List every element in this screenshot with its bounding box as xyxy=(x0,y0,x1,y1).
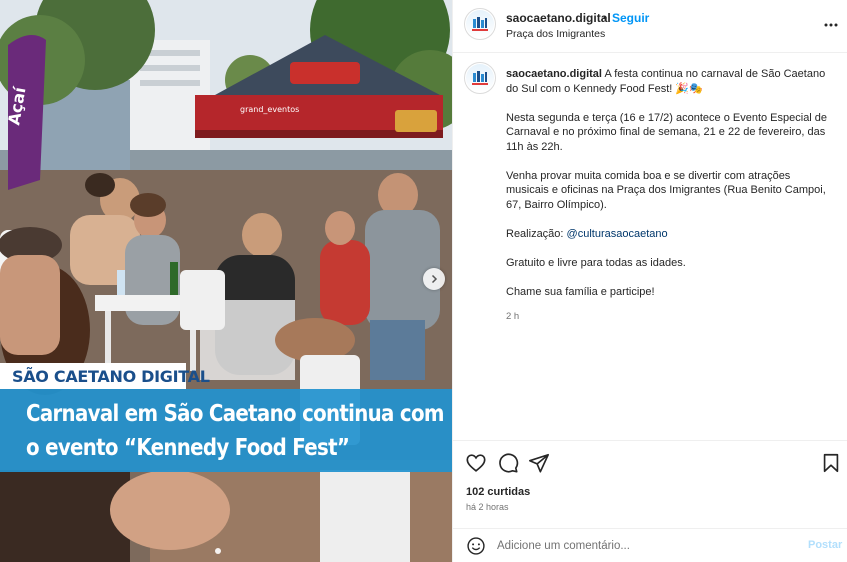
separator-dot: • xyxy=(603,11,608,25)
comment-bubble-icon xyxy=(499,453,519,473)
chevron-right-icon xyxy=(431,274,438,284)
share-button[interactable] xyxy=(528,452,550,474)
next-image-button[interactable] xyxy=(423,268,445,290)
avatar[interactable] xyxy=(464,8,496,40)
carousel-dots xyxy=(215,548,221,554)
caption-avatar[interactable] xyxy=(464,62,496,94)
caption-timestamp: 2 h xyxy=(506,310,520,322)
post-panel: saocaetano.digital • Seguir Praça dos Im… xyxy=(452,0,847,562)
post-header: saocaetano.digital • Seguir Praça dos Im… xyxy=(453,0,847,53)
bookmark-icon xyxy=(823,453,839,473)
caption-area: saocaetano.digital A festa continua no c… xyxy=(453,54,847,439)
comment-row: Postar xyxy=(453,528,847,562)
carousel-dot xyxy=(215,548,221,554)
brand-strip: SÃO CAETANO DIGITAL xyxy=(0,363,210,389)
post-time-ago: há 2 horas xyxy=(466,502,509,512)
caption-paragraph-5: Chame sua família e participe! xyxy=(506,285,655,298)
brand-text: SÃO CAETANO DIGITAL xyxy=(12,366,210,386)
mention-link[interactable]: @culturasaocaetano xyxy=(567,228,668,240)
post-caption: saocaetano.digital A festa continua no c… xyxy=(506,67,836,324)
save-button[interactable] xyxy=(820,452,842,474)
heart-icon xyxy=(466,454,486,472)
post-image[interactable]: grand_eventos Açaí SÃO CAETANO DIGITAL C… xyxy=(0,0,452,562)
follow-button[interactable]: Seguir xyxy=(612,11,649,25)
tent-sign: grand_eventos xyxy=(240,105,299,114)
post-username[interactable]: saocaetano.digital xyxy=(506,11,611,25)
comment-button[interactable] xyxy=(497,452,519,474)
actions-bar: 102 curtidas há 2 horas Postar xyxy=(453,440,847,562)
headline-line-1: Carnaval em São Caetano continua com xyxy=(26,401,444,427)
post-location[interactable]: Praça dos Imigrantes xyxy=(506,28,605,40)
more-options-icon xyxy=(824,23,838,27)
realizacao-label: Realização: xyxy=(506,227,564,240)
emoji-button[interactable] xyxy=(466,536,486,556)
paper-plane-icon xyxy=(529,453,549,473)
post-comment-button[interactable]: Postar xyxy=(808,539,842,551)
caption-paragraph-4: Gratuito e livre para todas as idades. xyxy=(506,256,686,269)
caption-paragraph-1: Nesta segunda e terça (16 e 17/2) aconte… xyxy=(506,111,828,153)
festival-photo: grand_eventos Açaí xyxy=(0,0,452,562)
comment-input[interactable] xyxy=(497,537,797,555)
smiley-icon xyxy=(467,537,485,555)
caption-paragraph-2: Venha provar muita comida boa e se diver… xyxy=(506,169,826,211)
caption-username[interactable]: saocaetano.digital xyxy=(506,68,602,80)
more-options-button[interactable] xyxy=(823,17,839,33)
headline-line-2: o evento “Kennedy Food Fest” xyxy=(26,435,350,461)
saocaetano-logo-icon xyxy=(472,17,488,31)
headline-box: Carnaval em São Caetano continua com o e… xyxy=(0,389,452,472)
like-button[interactable] xyxy=(465,452,487,474)
saocaetano-logo-icon xyxy=(472,71,488,85)
likes-count[interactable]: 102 curtidas xyxy=(466,486,530,498)
